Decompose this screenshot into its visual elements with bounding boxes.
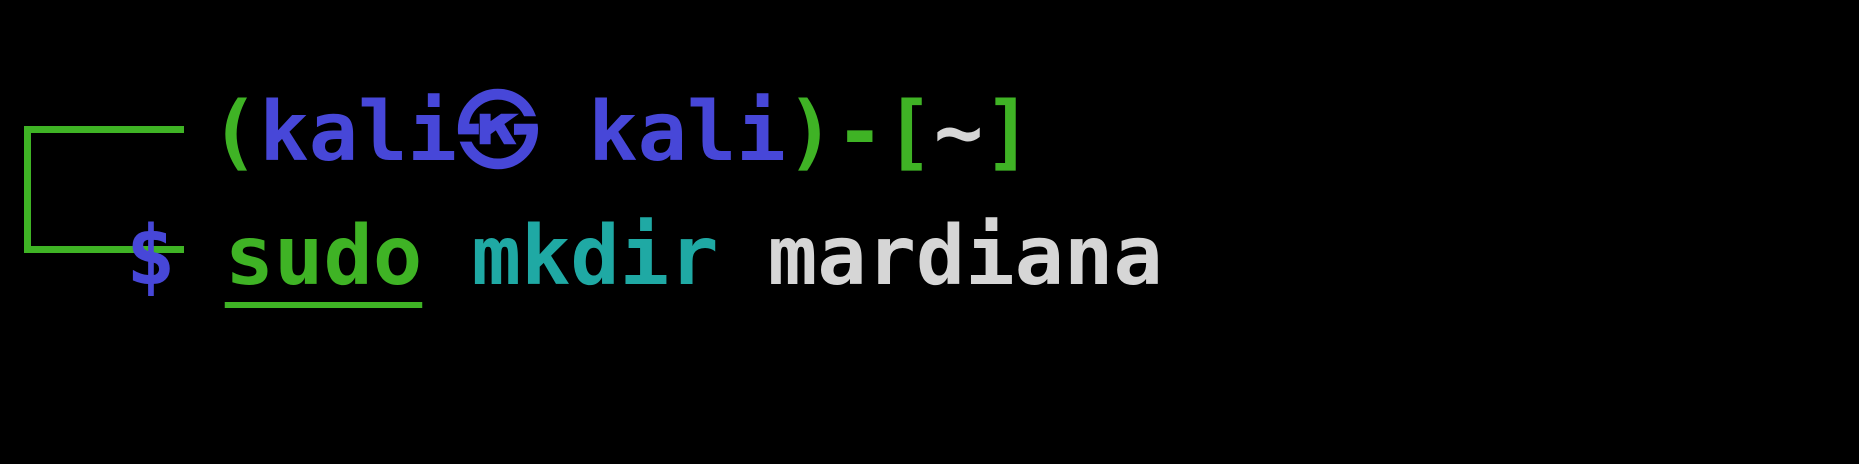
command-space-1 xyxy=(175,209,224,304)
prompt-dash: - xyxy=(835,85,885,180)
prompt-dir-open: [ xyxy=(884,85,934,180)
command-sudo: sudo xyxy=(224,209,423,304)
command-space-3 xyxy=(718,209,767,304)
terminal-window[interactable]: (kali㉿ kali)-[~] $ sudo mkdir mardiana xyxy=(0,0,1859,464)
prompt-host: kali xyxy=(588,85,786,180)
prompt-cwd: ~ xyxy=(933,85,984,180)
prompt-dir-close: ] xyxy=(983,85,1033,180)
prompt-at-symbol: ㉿ xyxy=(456,85,539,180)
prompt-user: kali xyxy=(259,85,457,180)
command-argument: mardiana xyxy=(767,209,1163,304)
command-line[interactable]: $ sudo mkdir mardiana xyxy=(126,216,1163,298)
prompt-header-line: (kali㉿ kali)-[~] xyxy=(210,92,1033,174)
prompt-symbol: $ xyxy=(126,209,176,304)
command-mkdir: mkdir xyxy=(471,209,719,304)
prompt-close-paren: ) xyxy=(785,85,836,180)
prompt-open-paren: ( xyxy=(210,85,260,180)
command-space-2 xyxy=(422,209,471,304)
